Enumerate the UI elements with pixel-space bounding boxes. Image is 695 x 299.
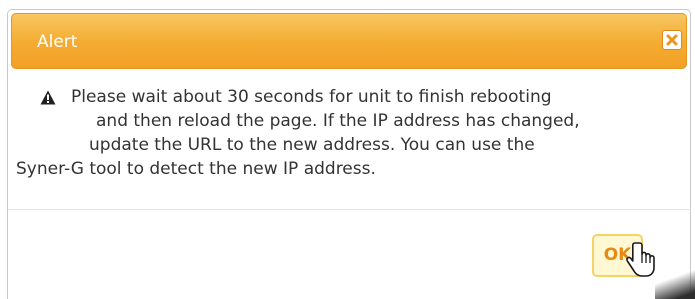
dialog-divider (8, 209, 691, 210)
message-line-3: update the URL to the new address. You c… (89, 135, 535, 155)
close-x-icon (666, 34, 678, 46)
close-button[interactable] (662, 30, 682, 50)
alert-message: Please wait about 30 seconds for unit to… (8, 84, 692, 194)
message-line-1: Please wait about 30 seconds for unit to… (71, 87, 552, 107)
dialog-title: Alert (37, 32, 78, 52)
hand-pointer-icon (626, 242, 655, 277)
alert-dialog: Alert Please wait about 30 seconds for u… (7, 9, 691, 299)
message-line-4: Syner-G tool to detect the new IP addres… (16, 159, 376, 179)
warning-triangle-icon (40, 90, 56, 105)
page-shadow-corner (655, 268, 695, 299)
message-line-2: and then reload the page. If the IP addr… (96, 111, 580, 131)
dialog-titlebar: Alert (11, 13, 687, 69)
